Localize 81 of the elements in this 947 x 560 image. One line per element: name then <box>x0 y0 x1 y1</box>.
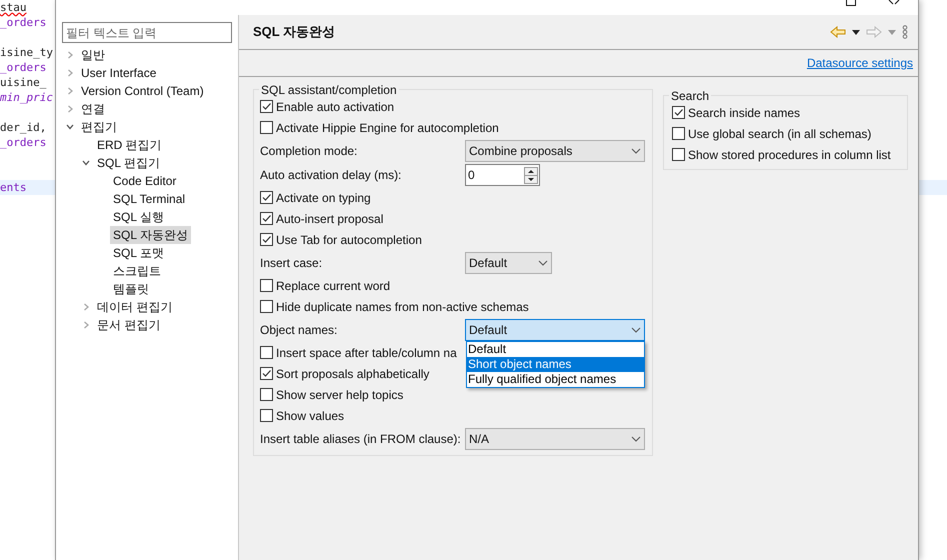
chevron-down-icon <box>631 326 641 332</box>
checkbox[interactable] <box>260 233 273 246</box>
tree-item[interactable]: 편집기 <box>78 118 120 136</box>
checkbox-label: Use global search (in all schemas) <box>688 126 872 142</box>
code-text: _orders <box>0 16 46 29</box>
tree-item[interactable]: SQL 자동완성 <box>110 226 191 244</box>
checkbox[interactable] <box>260 388 273 401</box>
checkbox-label: Show values <box>276 408 344 424</box>
tree-item[interactable]: Code Editor <box>110 172 180 190</box>
tree-item[interactable]: Version Control (Team) <box>78 82 207 100</box>
chevron-down-icon <box>631 436 641 442</box>
checkbox-label: Insert space after table/column na <box>276 344 457 362</box>
spinner-arrows-icon[interactable] <box>524 166 538 184</box>
checkbox[interactable] <box>672 127 685 140</box>
tree-item[interactable]: 데이터 편집기 <box>94 298 176 316</box>
dropdown-option[interactable]: Default <box>467 342 644 357</box>
checkbox[interactable] <box>260 346 273 359</box>
tree-item[interactable]: ERD 편집기 <box>94 136 165 154</box>
checkbox[interactable] <box>260 409 273 422</box>
tree-item[interactable]: 연결 <box>78 100 108 118</box>
code-text: uisine_ <box>0 76 46 89</box>
checkbox-label: Activate on typing <box>276 190 371 206</box>
checkbox-label: Sort proposals alphabetically <box>276 366 430 382</box>
code-text: _orders <box>0 61 46 74</box>
dropdown-arrow-icon[interactable] <box>852 30 860 34</box>
dropdown-option[interactable]: Short object names <box>467 357 644 372</box>
checkbox-label: Use Tab for autocompletion <box>276 232 422 248</box>
checkbox[interactable] <box>672 148 685 161</box>
checkbox[interactable] <box>260 191 273 204</box>
maximize-icon[interactable] <box>846 0 856 6</box>
checkbox[interactable] <box>260 367 273 380</box>
checkbox[interactable] <box>260 279 273 292</box>
dropdown[interactable]: Combine proposals <box>465 140 645 162</box>
checkbox[interactable] <box>672 106 685 119</box>
checkbox-label: Search inside names <box>688 104 800 122</box>
tree-item[interactable]: SQL 실행 <box>110 208 167 226</box>
chevron-down-icon <box>631 148 641 154</box>
dropdown-option[interactable]: Fully qualified object names <box>467 372 644 387</box>
dropdown[interactable]: Default <box>465 252 552 274</box>
checkbox-label: Enable auto activation <box>276 98 394 116</box>
tree-item[interactable]: 템플릿 <box>110 280 152 298</box>
tree-item[interactable]: 스크립트 <box>110 262 164 280</box>
checkbox-label: Activate Hippie Engine for autocompletion <box>276 120 499 136</box>
tree-item[interactable]: SQL 포맷 <box>110 244 167 262</box>
tree-item[interactable]: 문서 편집기 <box>94 316 164 334</box>
chevron-down-icon[interactable] <box>66 123 74 131</box>
dropdown[interactable]: Default <box>465 318 645 340</box>
page-title: SQL 자동완성 <box>253 23 336 42</box>
datasource-settings-link[interactable]: Datasource settings <box>806 54 913 72</box>
checkbox-label: Replace current word <box>276 278 390 294</box>
field-label: Object names: <box>260 322 338 338</box>
checkbox-label: Show stored procedures in column list <box>688 146 891 164</box>
dropdown[interactable]: N/A <box>465 428 645 450</box>
field-label: Completion mode: <box>260 142 358 160</box>
checkbox[interactable] <box>260 212 273 225</box>
checkbox-label: Auto-insert proposal <box>276 210 384 228</box>
field-label: Insert table aliases (in FROM clause): <box>260 430 462 448</box>
code-text: _orders <box>0 136 46 149</box>
editor-line-highlight <box>919 180 947 195</box>
checkbox[interactable] <box>260 100 273 113</box>
code-text: isine_ty <box>0 46 53 59</box>
tree-item[interactable]: SQL 편집기 <box>94 154 163 172</box>
chevron-down-icon <box>538 260 548 266</box>
filter-field[interactable]: 필터 텍스트 입력 <box>62 22 232 43</box>
number-spinner[interactable]: 0 <box>465 164 540 186</box>
code-text: min_pric <box>0 91 53 104</box>
code-text: ents <box>0 181 26 194</box>
checkbox[interactable] <box>260 300 273 313</box>
field-label: Insert case: <box>260 254 324 272</box>
tree-item[interactable]: User Interface <box>78 64 160 82</box>
code-text: stau <box>0 1 26 14</box>
tree-item[interactable]: 일반 <box>78 46 108 64</box>
checkbox[interactable] <box>260 121 273 134</box>
close-icon[interactable] <box>888 0 900 5</box>
tree-item[interactable]: SQL Terminal <box>110 190 188 208</box>
field-label: Auto activation delay (ms): <box>260 167 402 184</box>
checkbox-label: Hide duplicate names from non-active schemas <box>276 298 529 316</box>
code-text: der_id, <box>0 121 46 134</box>
checkbox-label: Show server help topics <box>276 386 404 404</box>
more-options-icon[interactable] <box>902 25 908 39</box>
chevron-down-icon[interactable] <box>82 159 90 167</box>
